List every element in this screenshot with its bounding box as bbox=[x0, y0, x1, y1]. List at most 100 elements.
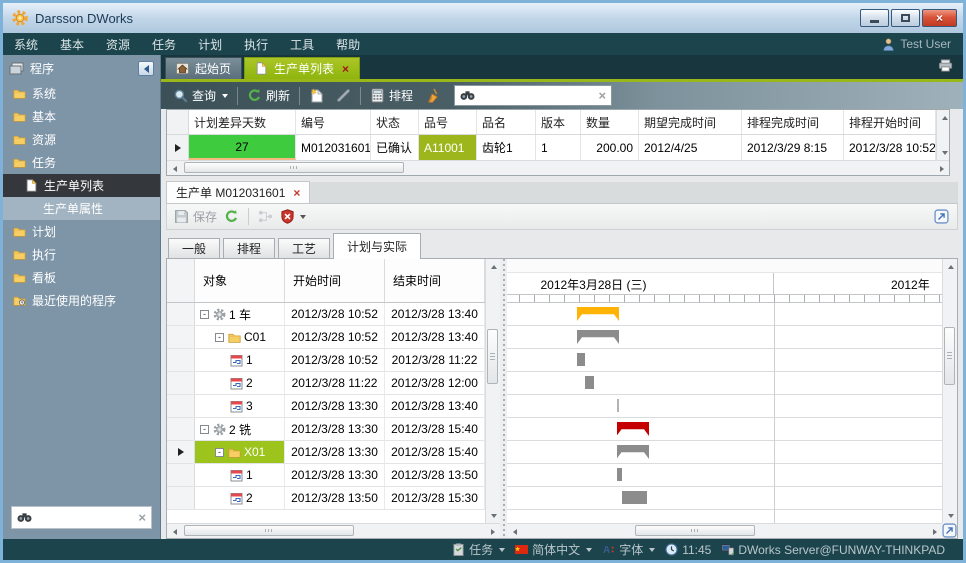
sidebar-item[interactable]: 最近使用的程序 bbox=[3, 289, 160, 312]
sidebar-item[interactable]: 基本 bbox=[3, 105, 160, 128]
user-block[interactable]: Test User bbox=[882, 37, 963, 51]
status-item[interactable]: 简体中文 bbox=[515, 541, 592, 558]
menu-item[interactable]: 帮助 bbox=[325, 36, 371, 53]
tree-row[interactable]: -1 车2012/3/28 10:522012/3/28 13:40 bbox=[167, 303, 485, 326]
tree-row[interactable]: -2 铣2012/3/28 13:302012/3/28 15:40 bbox=[167, 418, 485, 441]
grid-vertical-scrollbar[interactable] bbox=[936, 110, 949, 160]
gantt-popout-icon[interactable] bbox=[942, 523, 957, 538]
sidebar-item[interactable]: 生产单属性 bbox=[3, 197, 160, 220]
menu-item[interactable]: 执行 bbox=[233, 36, 279, 53]
gantt-task-bar[interactable] bbox=[617, 399, 620, 412]
status-item[interactable]: A字体 bbox=[602, 541, 655, 558]
sidebar-item[interactable]: 计划 bbox=[3, 220, 160, 243]
sidebar-item[interactable]: 任务 bbox=[3, 151, 160, 174]
sidebar-item[interactable]: 看板 bbox=[3, 266, 160, 289]
gantt-task-bar[interactable] bbox=[622, 491, 647, 504]
popout-icon[interactable] bbox=[934, 209, 949, 224]
menu-item[interactable]: 工具 bbox=[279, 36, 325, 53]
tree-column-header[interactable]: 对象 bbox=[195, 259, 285, 302]
tree-column-header[interactable]: 结束时间 bbox=[385, 259, 485, 302]
tree-column-header[interactable]: 开始时间 bbox=[285, 259, 385, 302]
tree-row[interactable]: 12012/3/28 13:302012/3/28 13:50 bbox=[167, 464, 485, 487]
toolbar-button-4[interactable]: 排程 bbox=[364, 85, 419, 106]
gantt-vertical-scrollbar[interactable] bbox=[942, 259, 957, 523]
sidebar-item[interactable]: 资源 bbox=[3, 128, 160, 151]
menu-item[interactable]: 系统 bbox=[3, 36, 49, 53]
expander-icon[interactable]: - bbox=[215, 448, 224, 457]
tree-row[interactable]: 22012/3/28 13:502012/3/28 15:30 bbox=[167, 487, 485, 510]
clear-search-icon[interactable]: × bbox=[138, 511, 146, 524]
sidebar-item[interactable]: 系统 bbox=[3, 82, 160, 105]
clear-search-icon[interactable]: × bbox=[598, 89, 606, 102]
grid-column-header[interactable]: 排程开始时间 bbox=[844, 110, 936, 134]
gantt-summary-bar[interactable] bbox=[577, 307, 619, 321]
expander-icon[interactable]: - bbox=[200, 310, 209, 319]
menu-item[interactable]: 计划 bbox=[187, 36, 233, 53]
expander-icon[interactable]: - bbox=[215, 333, 224, 342]
tab-active[interactable]: 生产单列表× bbox=[244, 57, 360, 79]
status-item[interactable]: 11:45 bbox=[665, 543, 711, 557]
grid-column-header[interactable]: 排程完成时间 bbox=[742, 110, 844, 134]
splitter-handle[interactable] bbox=[500, 259, 507, 538]
grid-column-header[interactable]: 数量 bbox=[581, 110, 639, 134]
tree-row[interactable]: -X012012/3/28 13:302012/3/28 15:40 bbox=[167, 441, 485, 464]
tree-horizontal-scrollbar[interactable] bbox=[167, 523, 500, 538]
expander-icon[interactable]: - bbox=[200, 425, 209, 434]
gantt-summary-bar[interactable] bbox=[617, 422, 650, 436]
gantt-task-bar[interactable] bbox=[585, 376, 595, 389]
gantt-summary-bar[interactable] bbox=[617, 445, 650, 459]
grid-column-header[interactable]: 状态 bbox=[371, 110, 419, 134]
tab-inactive[interactable]: 起始页 bbox=[165, 57, 242, 79]
menu-item[interactable]: 任务 bbox=[141, 36, 187, 53]
inner-tab[interactable]: 工艺 bbox=[278, 238, 330, 259]
gantt-task-bar[interactable] bbox=[617, 468, 622, 481]
tree-vertical-scrollbar[interactable] bbox=[485, 259, 500, 523]
shield-action-button[interactable] bbox=[280, 209, 306, 224]
maximize-button[interactable] bbox=[891, 9, 920, 27]
tree-row-selector bbox=[167, 441, 195, 463]
refresh-icon[interactable] bbox=[224, 209, 239, 224]
status-item[interactable]: DWorks Server@FUNWAY-THINKPAD bbox=[721, 543, 945, 557]
toolbar-button[interactable] bbox=[303, 86, 330, 105]
grid-horizontal-scrollbar[interactable] bbox=[167, 160, 949, 175]
sidebar-search-input[interactable] bbox=[37, 510, 133, 526]
toolbar-button-1[interactable]: 刷新 bbox=[241, 85, 296, 106]
grid-column-header[interactable]: 品名 bbox=[477, 110, 536, 134]
gantt-summary-bar[interactable] bbox=[577, 330, 619, 344]
inner-tab[interactable]: 一般 bbox=[168, 238, 220, 259]
toolbar-button-0[interactable]: 查询 bbox=[167, 85, 234, 106]
hierarchy-icon[interactable] bbox=[258, 209, 273, 224]
sidebar-item[interactable]: 生产单列表 bbox=[3, 174, 160, 197]
status-item[interactable]: 任务 bbox=[452, 541, 505, 558]
grid-data-row[interactable]: 27M012031601已确认A11001齿轮11200.002012/4/25… bbox=[167, 135, 936, 160]
menu-item[interactable]: 资源 bbox=[95, 36, 141, 53]
menu-item[interactable]: 基本 bbox=[49, 36, 95, 53]
gantt-horizontal-scrollbar[interactable] bbox=[507, 523, 957, 538]
save-button[interactable]: 保存 bbox=[174, 208, 217, 225]
close-detail-tab-icon[interactable]: × bbox=[293, 187, 300, 199]
sidebar-collapse-button[interactable] bbox=[138, 61, 154, 76]
inner-tab[interactable]: 排程 bbox=[223, 238, 275, 259]
close-button[interactable]: × bbox=[922, 9, 957, 27]
grid-column-header[interactable]: 编号 bbox=[296, 110, 371, 134]
toolbar-button[interactable] bbox=[330, 86, 357, 105]
grid-column-header[interactable]: 版本 bbox=[536, 110, 581, 134]
tree-row[interactable]: 22012/3/28 11:222012/3/28 12:00 bbox=[167, 372, 485, 395]
tree-row[interactable]: 32012/3/28 13:302012/3/28 13:40 bbox=[167, 395, 485, 418]
minimize-button[interactable] bbox=[860, 9, 889, 27]
detail-tab[interactable]: 生产单 M012031601 × bbox=[166, 181, 310, 203]
printer-icon[interactable] bbox=[938, 58, 953, 73]
grid-column-header[interactable]: 期望完成时间 bbox=[639, 110, 742, 134]
grid-column-header[interactable]: 品号 bbox=[419, 110, 477, 134]
inner-tab[interactable]: 计划与实际 bbox=[333, 233, 421, 259]
toolbar-button[interactable] bbox=[419, 86, 446, 105]
tree-row[interactable]: -C012012/3/28 10:522012/3/28 13:40 bbox=[167, 326, 485, 349]
grid-column-header[interactable]: 计划差异天数 bbox=[189, 110, 296, 134]
folder-clock-icon bbox=[13, 294, 26, 307]
row-selector bbox=[167, 135, 189, 160]
gantt-task-bar[interactable] bbox=[577, 353, 585, 366]
close-tab-icon[interactable]: × bbox=[342, 63, 349, 75]
toolbar-search-input[interactable] bbox=[480, 88, 593, 104]
sidebar-item[interactable]: 执行 bbox=[3, 243, 160, 266]
tree-row[interactable]: 12012/3/28 10:522012/3/28 11:22 bbox=[167, 349, 485, 372]
